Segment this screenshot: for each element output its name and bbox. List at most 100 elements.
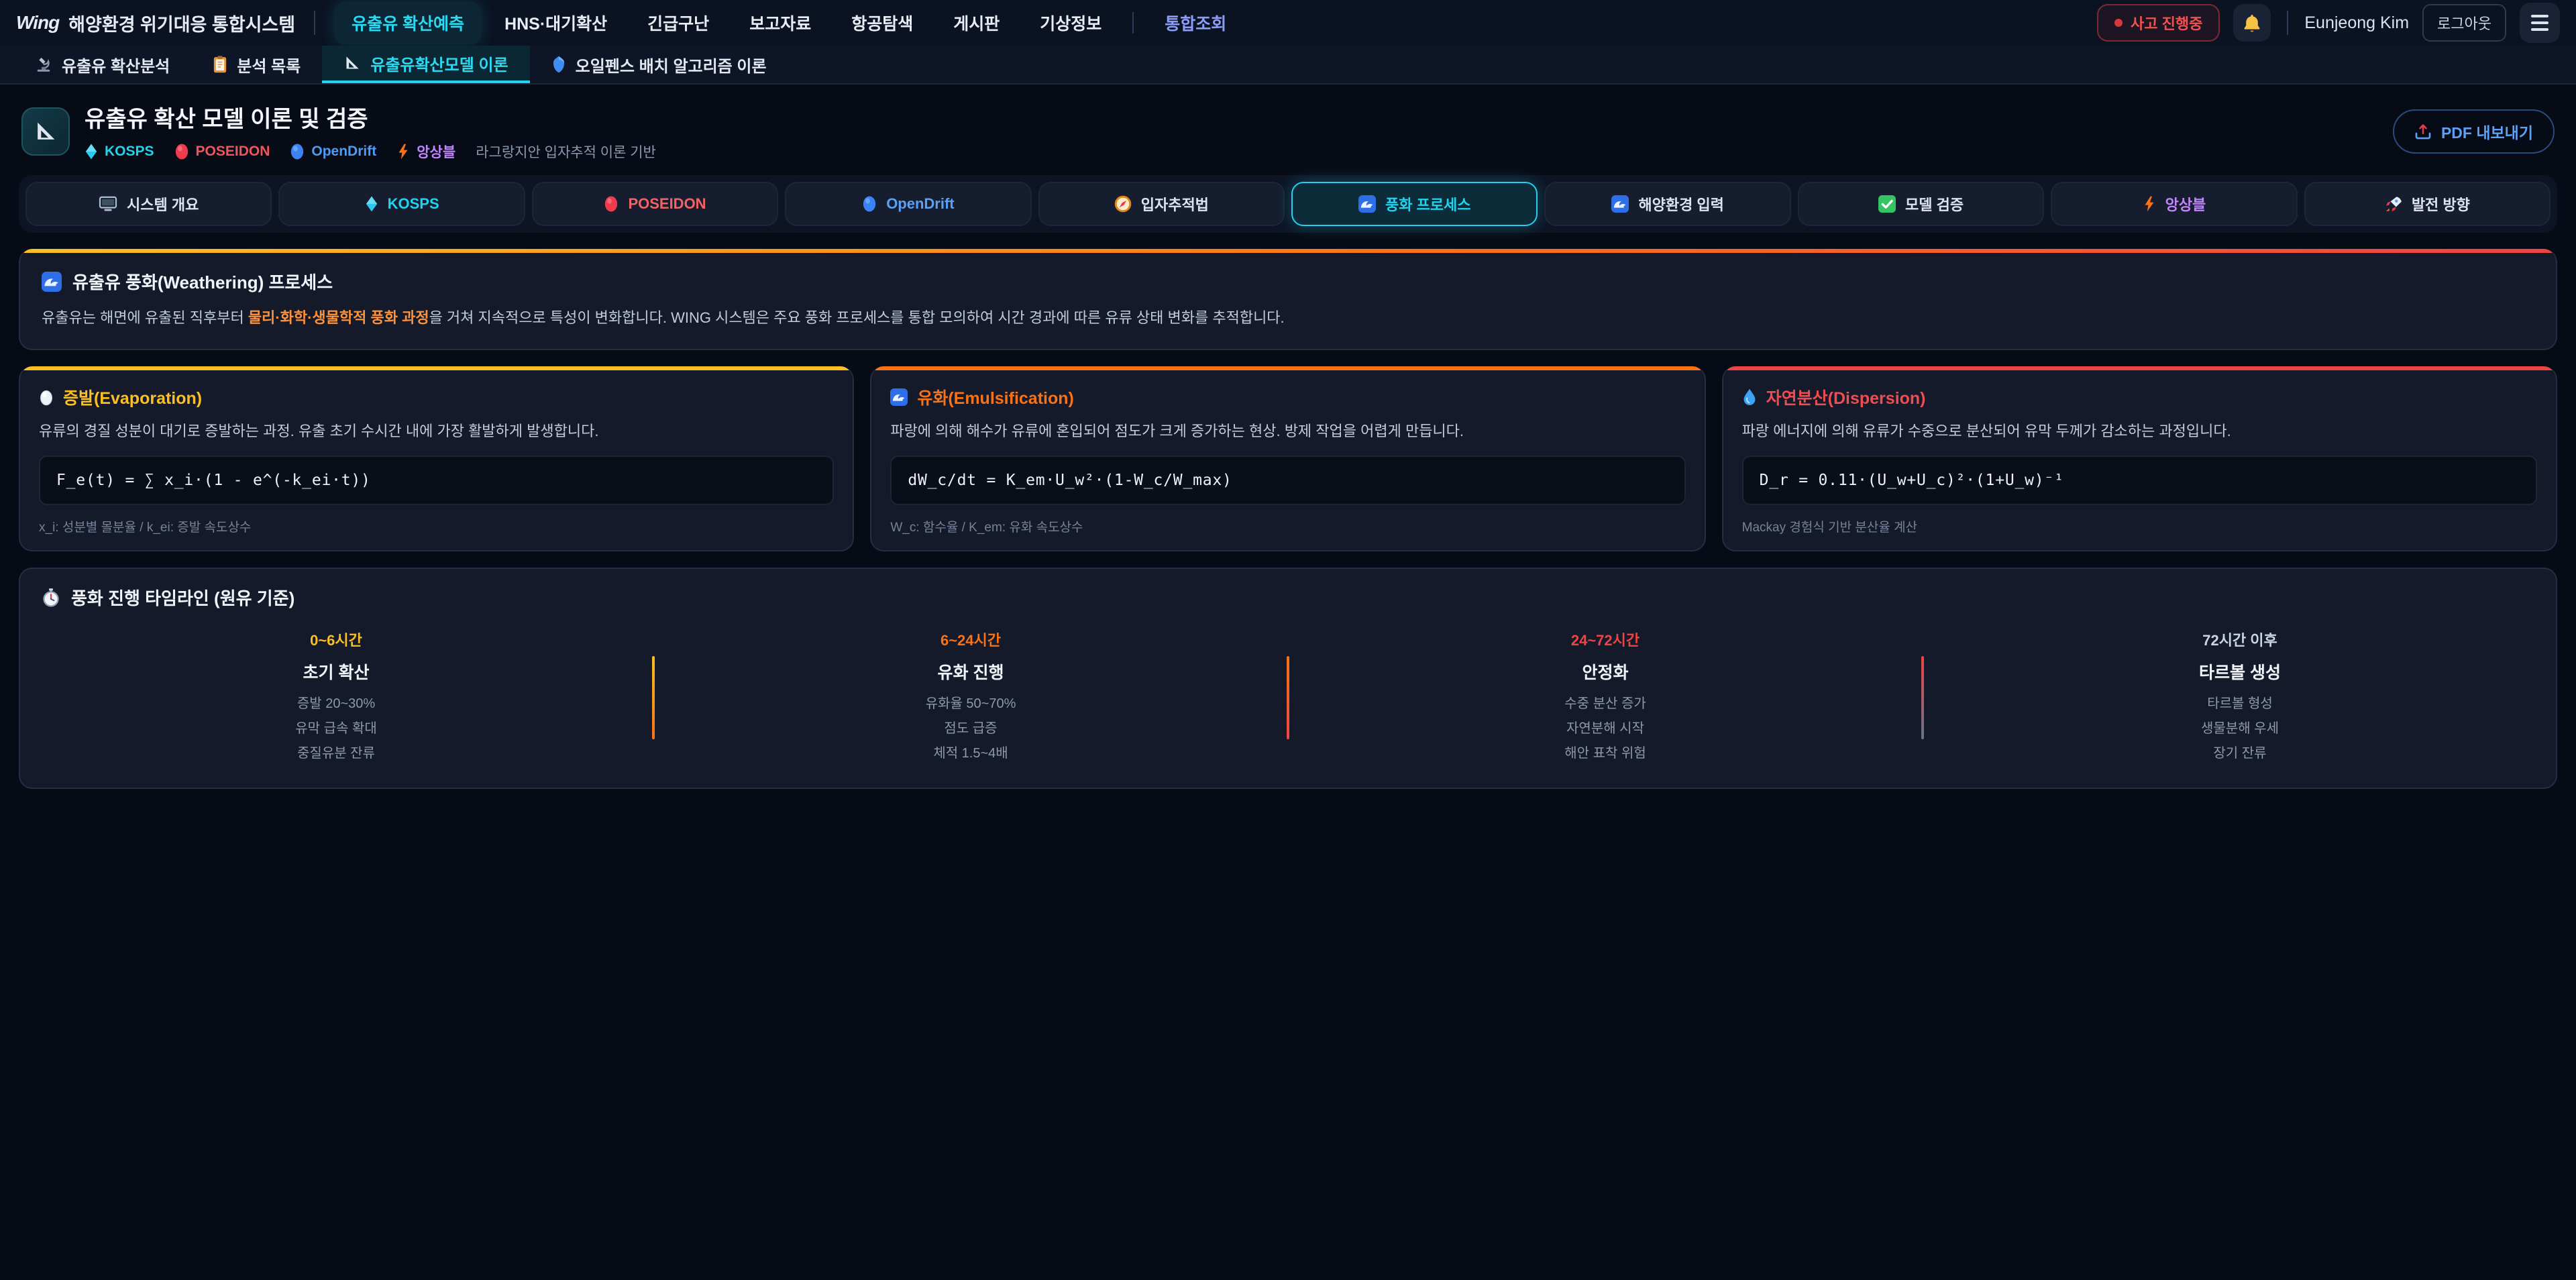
logout-button[interactable]: 로그아웃 (2422, 4, 2506, 42)
phase-detail: 증발 20~30% (20, 692, 652, 716)
user-name: Eunjeong Kim (2304, 13, 2409, 33)
section-tab-particle-tracking[interactable]: 입자추적법 (1038, 182, 1285, 226)
phase-initial-spread: 0~6시간 초기 확산 증발 20~30% 유막 급속 확대 중질유분 잔류 (20, 629, 652, 766)
phase-period: 6~24시간 (655, 629, 1287, 650)
page-subtitle: 라그랑지안 입자추적 이론 기반 (476, 142, 656, 162)
microscope-icon (35, 56, 52, 73)
brand: Wing 해양환경 위기대응 통합시스템 (16, 10, 295, 36)
subtab-model-theory[interactable]: 유출유확산모델 이론 (322, 46, 529, 83)
nav-item-aerial-search[interactable]: 항공탐색 (834, 1, 930, 44)
menu-button[interactable] (2520, 3, 2560, 43)
phase-detail: 유화율 50~70% (655, 692, 1287, 716)
subtab-analysis-list[interactable]: 분석 목록 (191, 46, 322, 83)
nav-item-board[interactable]: 게시판 (936, 1, 1017, 44)
phase-detail: 유막 급속 확대 (20, 716, 652, 741)
clipboard-icon (213, 55, 227, 74)
section-tab-label: 입자추적법 (1141, 193, 1209, 215)
export-icon (2414, 123, 2432, 140)
subtab-label: 오일펜스 배치 알고리즘 이론 (576, 53, 767, 76)
section-tab-label: KOSPS (388, 195, 439, 213)
phase-detail: 장기 잔류 (1924, 741, 2556, 766)
nav-item-reports[interactable]: 보고자료 (732, 1, 828, 44)
wing-logo: Wing (16, 12, 59, 34)
model-badge-opendrift: OpenDrift (290, 143, 376, 160)
section-tab-system-overview[interactable]: 시스템 개요 (25, 182, 272, 226)
phase-detail: 체적 1.5~4배 (655, 741, 1287, 766)
model-badge-label: 앙상블 (417, 142, 455, 162)
page-header-texts: 유출유 확산 모델 이론 및 검증 KOSPS POSEIDON OpenDri… (85, 101, 2393, 162)
section-tab-label: 모델 검증 (1905, 193, 1964, 215)
subtab-label: 유출유 확산분석 (62, 53, 170, 76)
phase-stabilization: 24~72시간 안정화 수중 분산 증가 자연분해 시작 해안 표착 위험 (1289, 629, 1921, 766)
phase-period: 24~72시간 (1289, 629, 1921, 650)
section-tab-weathering-process[interactable]: 풍화 프로세스 (1291, 182, 1538, 226)
nav-item-weather-info[interactable]: 기상정보 (1022, 1, 1119, 44)
nav-item-emergency-rescue[interactable]: 긴급구난 (630, 1, 727, 44)
section-tab-future-direction[interactable]: 발전 방향 (2304, 182, 2551, 226)
emulsification-footnote: W_c: 함수율 / K_em: 유화 속도상수 (890, 517, 1685, 535)
nav-item-hns-air-diffusion[interactable]: HNS·대기확산 (487, 1, 625, 44)
divider (1132, 12, 1134, 34)
wave-icon (42, 272, 62, 292)
subtab-label: 유출유확산모델 이론 (370, 52, 508, 75)
evaporation-card: 증발(Evaporation) 유류의 경질 성분이 대기로 증발하는 과정. … (19, 366, 854, 551)
phase-detail: 중질유분 잔류 (20, 741, 652, 766)
incident-badge-label: 사고 진행중 (2131, 12, 2202, 34)
blue-dot-icon (290, 143, 305, 160)
weathering-title: 유출유 풍화(Weathering) 프로세스 (72, 269, 333, 294)
phase-detail: 타르볼 형성 (1924, 692, 2556, 716)
main-nav: 유출유 확산예측 HNS·대기확산 긴급구난 보고자료 항공탐색 게시판 기상정… (334, 1, 2097, 44)
weathering-description: 유출유는 해면에 유출된 직후부터 물리·화학·생물학적 풍화 과정을 거쳐 지… (20, 294, 2556, 349)
nav-item-integrated-search[interactable]: 통합조회 (1147, 1, 1244, 44)
dispersion-card-title-row: 자연분산(Dispersion) (1742, 385, 2537, 409)
desc-highlight: 물리·화학·생물학적 풍화 과정 (248, 309, 429, 326)
model-badge-poseidon: POSEIDON (174, 143, 270, 160)
computer-icon (99, 196, 117, 212)
phase-detail: 해안 표착 위험 (1289, 741, 1921, 766)
section-tab-model-validation[interactable]: 모델 검증 (1798, 182, 2044, 226)
notifications-button[interactable] (2233, 4, 2271, 42)
section-tab-label: POSEIDON (628, 195, 706, 213)
phase-name: 타르볼 생성 (1924, 659, 2556, 684)
page-title: 유출유 확산 모델 이론 및 검증 (85, 101, 2393, 134)
evaporation-formula: F_e(t) = ∑ x_i·(1 - e^(-k_ei·t)) (39, 456, 834, 505)
phase-emulsification-progress: 6~24시간 유화 진행 유화율 50~70% 점도 급증 체적 1.5~4배 (655, 629, 1287, 766)
section-tab-opendrift[interactable]: OpenDrift (785, 182, 1031, 226)
phase-tarball-formation: 72시간 이후 타르볼 생성 타르볼 형성 생물분해 우세 장기 잔류 (1924, 629, 2556, 766)
section-tab-poseidon[interactable]: POSEIDON (532, 182, 778, 226)
subtab-spill-analysis[interactable]: 유출유 확산분석 (13, 46, 191, 83)
hamburger-menu-icon (2531, 15, 2548, 31)
model-badge-label: POSEIDON (196, 144, 270, 160)
divider (2287, 11, 2288, 35)
model-badge-ensemble: 앙상블 (396, 142, 455, 162)
dispersion-card-desc: 파랑 에너지에 의해 유류가 수중으로 분산되어 유막 두께가 감소하는 과정입… (1742, 420, 2537, 442)
timeline-heading: 풍화 진행 타임라인 (원유 기준) (20, 569, 2556, 610)
section-tab-marine-env-input[interactable]: 해양환경 입력 (1544, 182, 1790, 226)
red-dot-icon (174, 143, 189, 160)
section-tab-label: 앙상블 (2165, 193, 2206, 215)
model-badge-label: OpenDrift (311, 144, 376, 160)
section-tab-label: 시스템 개요 (127, 193, 199, 215)
evaporation-footnote: x_i: 성분별 몰분율 / k_ei: 증발 속도상수 (39, 517, 834, 535)
diamond-icon (85, 143, 98, 160)
weathering-heading: 유출유 풍화(Weathering) 프로세스 (20, 253, 2556, 294)
section-tab-kosps[interactable]: KOSPS (278, 182, 525, 226)
subtab-oil-fence-algorithm[interactable]: 오일펜스 배치 알고리즘 이론 (530, 46, 788, 83)
emulsification-card-title-row: 유화(Emulsification) (890, 385, 1685, 409)
check-icon (1878, 195, 1896, 213)
phase-detail: 자연분해 시작 (1289, 716, 1921, 741)
pdf-export-button[interactable]: PDF 내보내기 (2393, 109, 2555, 154)
dispersion-card-title: 자연분산(Dispersion) (1766, 385, 1926, 409)
triangle-ruler-icon (34, 119, 58, 144)
wave-icon (1611, 195, 1629, 213)
emulsification-card-desc: 파랑에 의해 해수가 유류에 혼입되어 점도가 크게 증가하는 현상. 방제 작… (890, 420, 1685, 442)
phase-detail: 점도 급증 (655, 716, 1287, 741)
model-badge-kosps: KOSPS (85, 143, 154, 160)
weathering-intro-panel: 유출유 풍화(Weathering) 프로세스 유출유는 해면에 유출된 직후부… (19, 249, 2557, 350)
desc-post: 을 거쳐 지속적으로 특성이 변화합니다. WING 시스템은 주요 풍화 프로… (429, 309, 1285, 326)
phase-detail: 수중 분산 증가 (1289, 692, 1921, 716)
wave-icon (890, 388, 908, 406)
section-tab-ensemble[interactable]: 앙상블 (2051, 182, 2297, 226)
diamond-icon (365, 195, 378, 213)
nav-item-oil-spill-forecast[interactable]: 유출유 확산예측 (334, 1, 482, 44)
